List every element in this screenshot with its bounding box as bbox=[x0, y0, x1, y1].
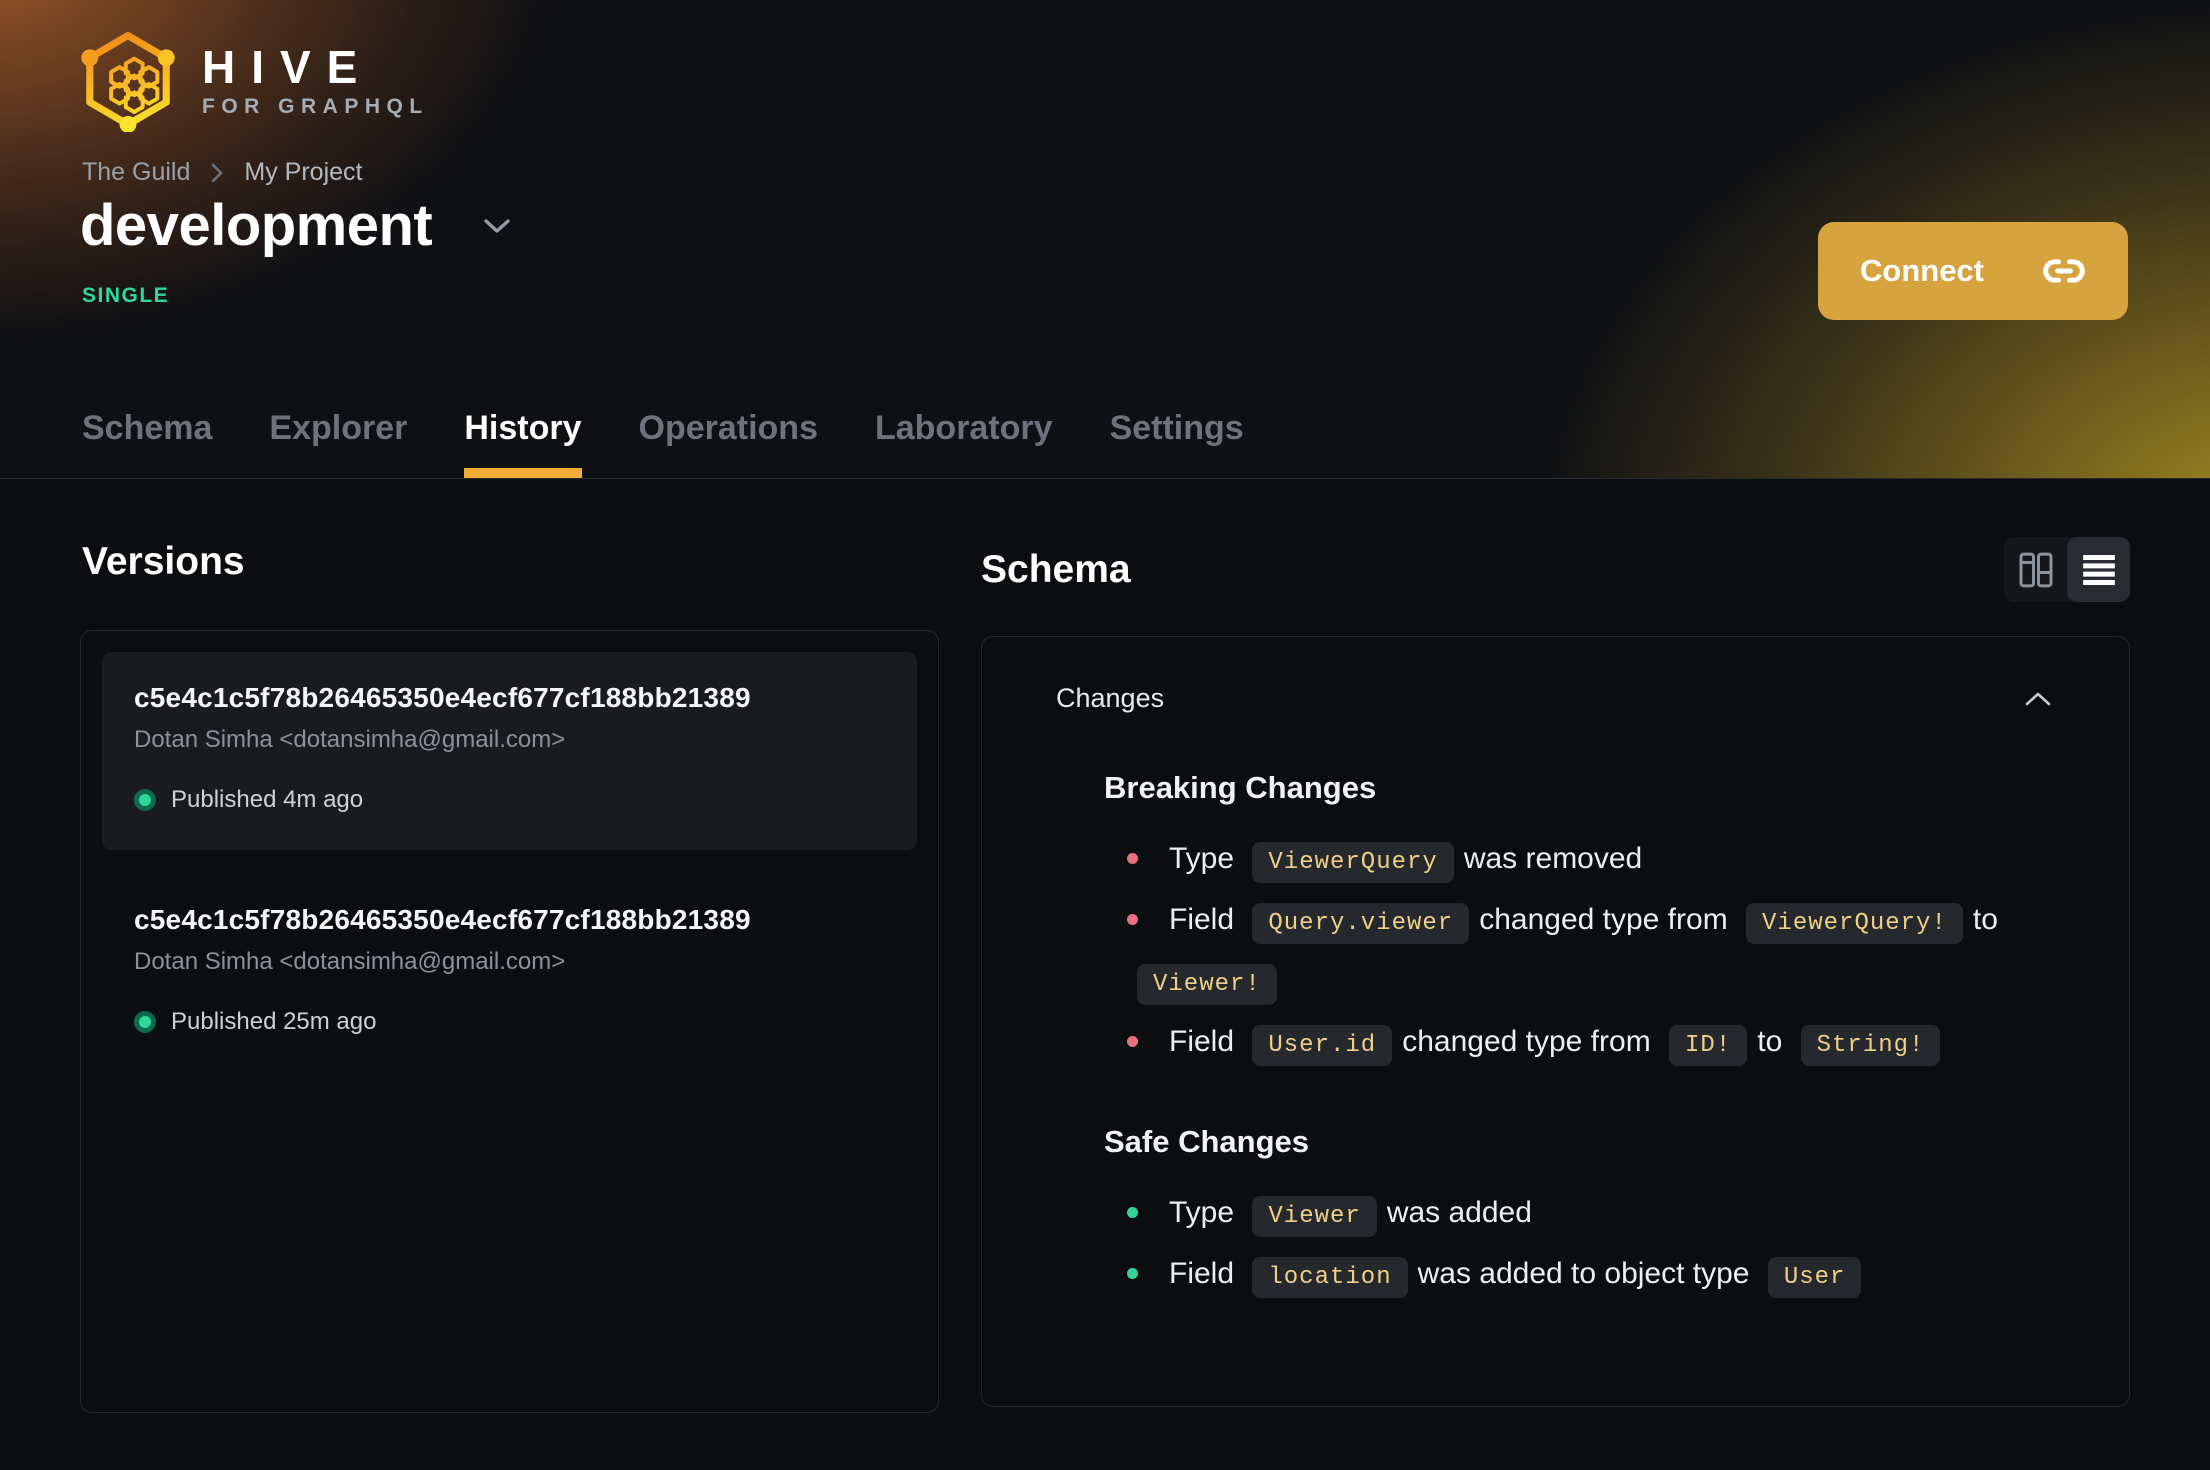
target-type-badge: SINGLE bbox=[82, 284, 170, 307]
tab-settings[interactable]: Settings bbox=[1110, 409, 1244, 478]
change-list: Type Viewer was added Field location was ad… bbox=[1127, 1184, 2059, 1306]
chevron-right-icon bbox=[212, 163, 223, 182]
code-chip: User bbox=[1767, 1257, 1862, 1298]
columns-view-button[interactable] bbox=[2004, 537, 2067, 602]
code-chip: ViewerQuery! bbox=[1746, 903, 1963, 944]
page-title: development bbox=[80, 193, 433, 258]
view-toggle bbox=[2004, 537, 2130, 602]
change-text: to bbox=[1757, 1025, 1783, 1058]
changes-body: Breaking Changes Type ViewerQuery was remo… bbox=[1056, 714, 2059, 1306]
brand: HIVE FOR GRAPHQL bbox=[80, 28, 429, 132]
tab-laboratory[interactable]: Laboratory bbox=[875, 409, 1053, 478]
breadcrumb-project[interactable]: My Project bbox=[244, 158, 362, 187]
version-card[interactable]: c5e4c1c5f78b26465350e4ecf677cf188bb21389… bbox=[102, 874, 917, 1072]
schema-title: Schema bbox=[981, 548, 1131, 591]
change-item: Type Viewer was added bbox=[1127, 1184, 2059, 1245]
title-row: development bbox=[80, 194, 516, 258]
version-author: Dotan Simha <dotansimha@gmail.com> bbox=[134, 725, 566, 753]
changes-section-safe: Safe Changes Type Viewer was added Field lo… bbox=[1104, 1124, 2059, 1306]
code-chip: location bbox=[1252, 1257, 1408, 1298]
change-item: Field User.id changed type from ID! to Str… bbox=[1127, 1013, 2059, 1074]
header: HIVE FOR GRAPHQL The Guild My Project de… bbox=[0, 0, 2210, 479]
change-text: changed type from bbox=[1402, 1025, 1651, 1058]
code-chip: String! bbox=[1800, 1025, 1941, 1066]
change-item: Field Query.viewer changed type from View… bbox=[1127, 891, 2059, 1013]
section-title: Safe Changes bbox=[1104, 1124, 1310, 1159]
tab-explorer[interactable]: Explorer bbox=[269, 409, 407, 478]
code-chip: Viewer! bbox=[1137, 964, 1277, 1005]
target-selector-button[interactable] bbox=[478, 213, 516, 239]
change-text: Field bbox=[1169, 903, 1235, 936]
version-status-text: Published 25m ago bbox=[171, 1007, 377, 1035]
change-text: was removed bbox=[1463, 842, 1643, 875]
connect-label: Connect bbox=[1860, 253, 1984, 288]
code-chip: ViewerQuery bbox=[1252, 842, 1454, 883]
columns-view-icon bbox=[2019, 552, 2052, 587]
tab-bar: Schema Explorer History Operations Laborator… bbox=[82, 409, 1244, 478]
list-view-icon bbox=[2082, 554, 2115, 585]
breadcrumb-org[interactable]: The Guild bbox=[82, 158, 190, 187]
code-chip: Viewer bbox=[1252, 1196, 1377, 1237]
brand-tagline: FOR GRAPHQL bbox=[202, 94, 429, 118]
change-text: was added bbox=[1386, 1196, 1532, 1229]
version-status: Published 4m ago bbox=[134, 786, 885, 814]
change-text: Type bbox=[1169, 1196, 1235, 1229]
tab-operations[interactable]: Operations bbox=[639, 409, 818, 478]
brand-name: HIVE bbox=[202, 40, 374, 93]
tab-history[interactable]: History bbox=[464, 409, 582, 478]
code-chip: User.id bbox=[1252, 1025, 1393, 1066]
changes-header: Changes bbox=[1056, 683, 2059, 714]
schema-panel: Schema Changes Breaking Changes Type Vie… bbox=[981, 537, 2130, 1413]
versions-panel: Versions c5e4c1c5f78b26465350e4ecf677cf1… bbox=[80, 537, 939, 1413]
version-status-text: Published 4m ago bbox=[171, 785, 364, 813]
change-text: Type bbox=[1169, 842, 1235, 875]
change-text: Field bbox=[1169, 1257, 1235, 1290]
changes-section-breaking: Breaking Changes Type ViewerQuery was remo… bbox=[1104, 770, 2059, 1074]
hive-logo-icon bbox=[81, 32, 175, 132]
changes-panel: Changes Breaking Changes Type ViewerQuery… bbox=[981, 636, 2130, 1407]
version-author: Dotan Simha <dotansimha@gmail.com> bbox=[134, 947, 566, 975]
code-chip: Query.viewer bbox=[1252, 903, 1470, 944]
tab-schema[interactable]: Schema bbox=[82, 409, 212, 478]
version-card[interactable]: c5e4c1c5f78b26465350e4ecf677cf188bb21389… bbox=[102, 651, 917, 850]
versions-list: c5e4c1c5f78b26465350e4ecf677cf188bb21389… bbox=[80, 629, 939, 1413]
versions-title: Versions bbox=[82, 540, 245, 583]
version-hash: c5e4c1c5f78b26465350e4ecf677cf188bb21389 bbox=[134, 903, 751, 935]
change-list: Type ViewerQuery was removed Field Query.v… bbox=[1127, 830, 2059, 1074]
version-status: Published 25m ago bbox=[134, 1008, 885, 1036]
chevron-up-icon bbox=[2025, 692, 2051, 705]
changes-title: Changes bbox=[1056, 683, 1165, 713]
published-dot-icon bbox=[134, 788, 156, 811]
link-icon bbox=[2043, 259, 2085, 283]
change-text: Field bbox=[1169, 1025, 1235, 1058]
section-title: Breaking Changes bbox=[1104, 770, 1377, 805]
change-text: to bbox=[1972, 903, 1998, 936]
code-chip: ID! bbox=[1669, 1025, 1748, 1066]
published-dot-icon bbox=[134, 1010, 156, 1033]
version-hash: c5e4c1c5f78b26465350e4ecf677cf188bb21389 bbox=[134, 681, 751, 713]
chevron-down-icon bbox=[484, 219, 510, 233]
connect-button[interactable]: Connect bbox=[1818, 222, 2128, 320]
main-content: Versions c5e4c1c5f78b26465350e4ecf677cf1… bbox=[0, 479, 2210, 1413]
change-item: Field location was added to object type U… bbox=[1127, 1245, 2059, 1306]
list-view-button[interactable] bbox=[2067, 537, 2130, 602]
schema-header: Schema bbox=[981, 537, 2130, 602]
change-text: changed type from bbox=[1479, 903, 1728, 936]
change-item: Type ViewerQuery was removed bbox=[1127, 830, 2059, 891]
breadcrumb: The Guild My Project bbox=[82, 158, 362, 187]
change-text: was added to object type bbox=[1417, 1257, 1750, 1290]
collapse-button[interactable] bbox=[2017, 685, 2059, 713]
